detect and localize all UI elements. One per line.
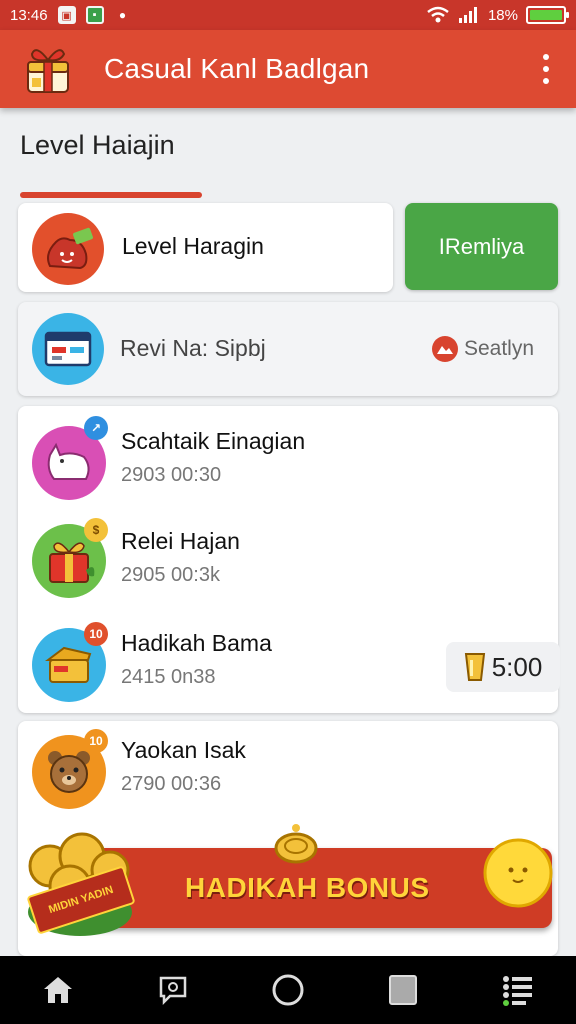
- list-item-badge: 10: [84, 729, 108, 753]
- chat-icon: [159, 976, 187, 1005]
- list-item-badge: 10: [84, 622, 108, 646]
- coin-icon: [274, 824, 318, 864]
- battery-percent: 18%: [487, 6, 518, 24]
- status-bar: 13:46 ▣ ▪ ● 18%: [0, 0, 576, 30]
- smiley-coin-icon: [483, 838, 553, 908]
- list-item-meta: 2905 00:3k: [121, 564, 220, 586]
- window-avatar: [32, 313, 104, 385]
- list-menu-button[interactable]: [493, 965, 543, 1015]
- battery-icon: [526, 6, 569, 24]
- circle-icon: [272, 974, 304, 1006]
- home-icon: [43, 977, 72, 1003]
- signal-icon: [458, 7, 477, 23]
- wifi-icon: [427, 6, 449, 23]
- list-item-meta: 2903 00:30: [121, 464, 222, 486]
- price-value: 5:00: [491, 651, 543, 682]
- section-title: Level Haiajin: [20, 130, 175, 160]
- review-link-label: Seatlyn: [463, 337, 534, 360]
- sunset-icon: [431, 336, 458, 362]
- list-item-meta: 2415 0n38: [121, 666, 216, 688]
- cat-icon: [47, 442, 90, 480]
- messages-button[interactable]: [148, 965, 198, 1015]
- list-icon: [503, 976, 533, 1006]
- app-notification-icon: ▪: [85, 6, 104, 24]
- price-chip[interactable]: 5:00: [446, 642, 560, 692]
- gift-icon: [49, 542, 95, 583]
- list-item-title: Relei Hajan: [121, 528, 240, 554]
- money-bag-avatar: [32, 213, 104, 285]
- coin-badge-icon: $: [84, 518, 108, 542]
- gallery-notification-icon: ▣: [57, 6, 76, 24]
- list-card: ↗ Scahtaik Einagian 2903 00:30 $ Relei H…: [18, 406, 560, 713]
- money-bag-icon: [47, 227, 93, 270]
- level-card-title: Level Haragin: [122, 233, 264, 259]
- alarm-icon: ●: [118, 8, 127, 22]
- home-button[interactable]: [33, 965, 83, 1015]
- bear-icon: [48, 751, 90, 793]
- status-time: 13:46: [10, 6, 48, 24]
- level-card[interactable]: Level Haragin: [18, 203, 393, 292]
- list-item-title: Hadikah Bama: [121, 630, 272, 656]
- recents-button[interactable]: [378, 965, 428, 1015]
- review-text: Revi Na: Sipbj: [120, 335, 266, 361]
- level-action-button[interactable]: IRemliya: [405, 203, 558, 290]
- square-icon: [389, 975, 418, 1005]
- list-item-title: Scahtaik Einagian: [121, 428, 306, 454]
- list-item-title: Yaokan Isak: [121, 737, 246, 763]
- gift-logo-icon: [27, 49, 69, 93]
- app-bar: Casual Kanl Badlgan: [0, 30, 576, 108]
- treasure-box-icon: [45, 646, 92, 683]
- bonus-label: HADIKAH BONUS: [185, 872, 430, 903]
- app-title: Casual Kanl Badlgan: [104, 53, 370, 84]
- window-icon: [44, 331, 92, 367]
- overflow-menu-button[interactable]: [538, 54, 554, 84]
- system-nav-bar: [0, 956, 576, 1024]
- review-link[interactable]: Seatlyn: [431, 336, 534, 362]
- cup-icon: [464, 653, 485, 681]
- list-item-meta: 2790 00:36: [121, 773, 222, 795]
- review-card[interactable]: Revi Na: Sipbj Seatlyn: [18, 302, 558, 396]
- notification-badge: ↗: [84, 416, 108, 440]
- circle-home-button[interactable]: [263, 965, 313, 1015]
- tab-indicator: [20, 192, 202, 198]
